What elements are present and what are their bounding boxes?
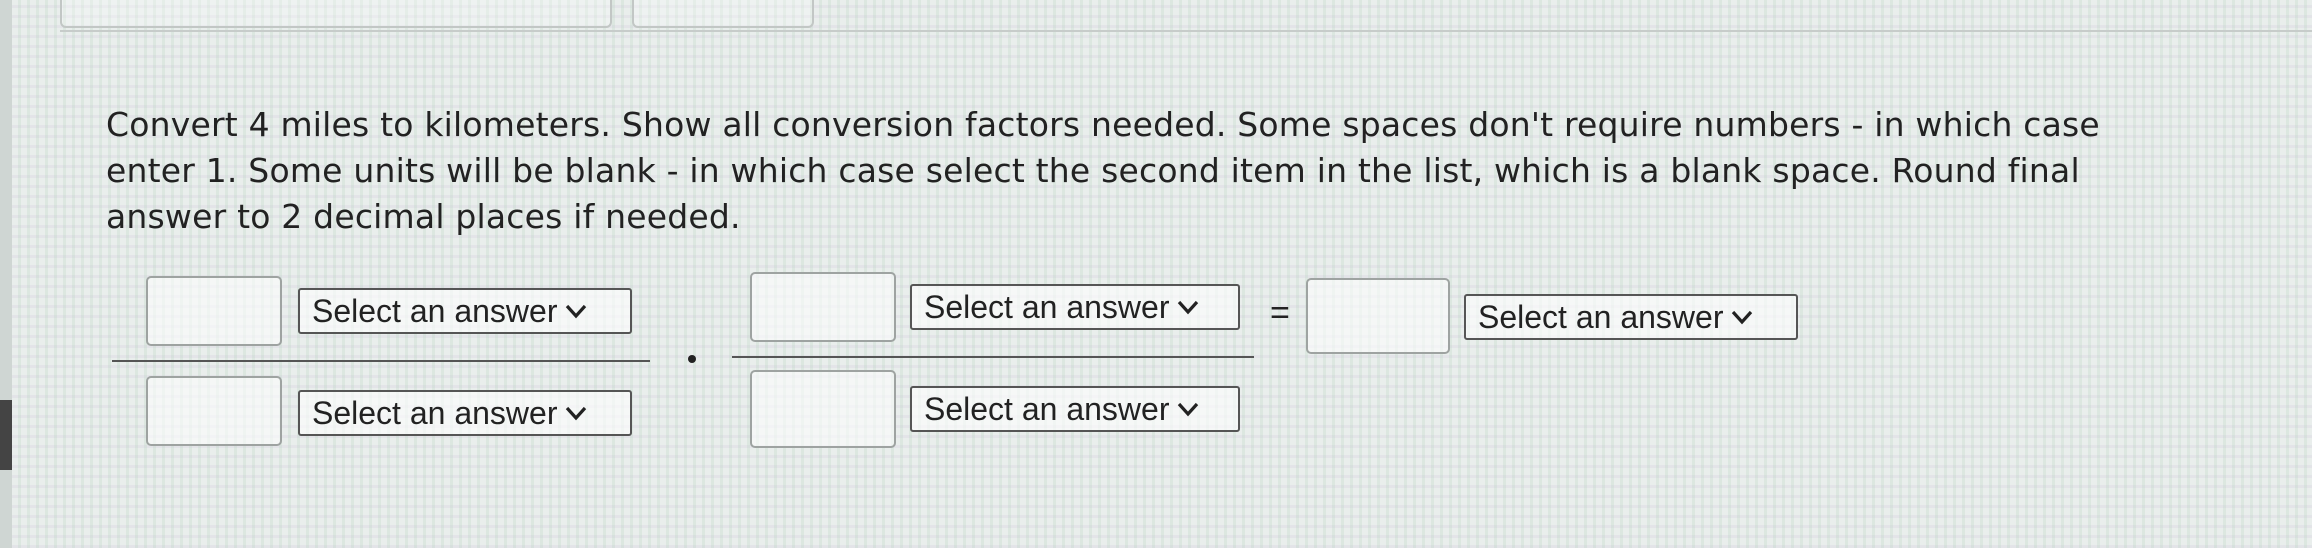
left-edge-mark: [0, 400, 12, 470]
result-unit-select[interactable]: Select an answer: [1464, 294, 1798, 340]
select-label: Select an answer: [1478, 298, 1724, 335]
chevron-down-icon: [1178, 402, 1199, 417]
equals-sign: =: [1270, 294, 1290, 332]
question-text: Convert 4 miles to kilometers. Show all …: [106, 105, 2100, 236]
top-tab-1: [60, 0, 612, 28]
fraction1-denominator-unit-select[interactable]: Select an answer: [298, 390, 632, 436]
chevron-down-icon: [566, 304, 587, 319]
select-label: Select an answer: [924, 390, 1170, 427]
fraction2-numerator-input[interactable]: [750, 272, 896, 342]
top-divider: [60, 30, 2312, 32]
select-label: Select an answer: [312, 394, 558, 431]
top-tab-2: [632, 0, 814, 28]
chevron-down-icon: [1178, 300, 1199, 315]
multiply-dot: [688, 355, 696, 363]
chevron-down-icon: [1732, 310, 1753, 325]
fraction2-denominator-unit-select[interactable]: Select an answer: [910, 386, 1240, 432]
select-label: Select an answer: [312, 292, 558, 329]
fraction1-numerator-input[interactable]: [146, 276, 282, 346]
fraction1-denominator-input[interactable]: [146, 376, 282, 446]
fraction2-denominator-input[interactable]: [750, 370, 896, 448]
fraction2-bar: [732, 356, 1254, 358]
chevron-down-icon: [566, 406, 587, 421]
fraction2-numerator-unit-select[interactable]: Select an answer: [910, 284, 1240, 330]
fraction1-numerator-unit-select[interactable]: Select an answer: [298, 288, 632, 334]
fraction1-bar: [112, 360, 650, 362]
select-label: Select an answer: [924, 288, 1170, 325]
result-value-input[interactable]: [1306, 278, 1450, 354]
